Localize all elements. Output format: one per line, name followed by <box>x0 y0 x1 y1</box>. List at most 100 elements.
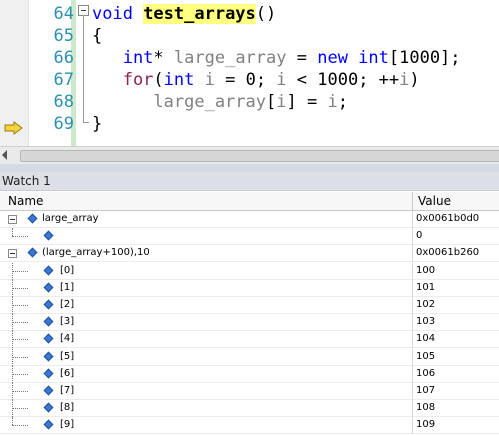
code-text[interactable]: large_array[i] = i; <box>92 91 348 113</box>
watch-value[interactable]: 107 <box>416 383 435 399</box>
code-token: [1000]; <box>388 48 461 68</box>
code-token: void <box>92 4 144 24</box>
watch-element-name: [7] <box>60 385 75 396</box>
tree-branch <box>12 425 28 427</box>
watch-element-name: [5] <box>60 351 75 362</box>
scroll-left-arrow-icon[interactable] <box>2 150 7 160</box>
code-token: < 1000; ++ <box>286 70 400 90</box>
watch-name-cell[interactable]: [2] <box>0 297 413 314</box>
watch-value[interactable]: 106 <box>416 366 435 382</box>
watch-element-name: [6] <box>60 368 75 379</box>
watch-name-cell[interactable]: [7] <box>0 383 413 400</box>
watch-element-name: [3] <box>60 316 75 327</box>
watch-name-cell[interactable]: [6] <box>0 366 413 383</box>
watch-row[interactable]: [1] 101 <box>0 280 499 297</box>
watch-name-cell[interactable] <box>0 228 413 245</box>
tree-branch <box>12 288 28 290</box>
code-text[interactable]: } <box>92 113 102 135</box>
variable-icon <box>27 247 38 258</box>
watch-row[interactable]: [8] 108 <box>0 400 499 417</box>
watch-row[interactable]: [5] 105 <box>0 349 499 366</box>
watch-name-cell[interactable]: [1] <box>0 280 413 297</box>
watch-name-cell[interactable]: [0] <box>0 263 413 280</box>
code-text[interactable]: void test_arrays() <box>92 3 276 25</box>
watch-row[interactable]: [3] 103 <box>0 314 499 331</box>
code-token: large_array <box>173 48 287 68</box>
line-number: 69 <box>53 114 74 134</box>
tree-line <box>12 417 14 425</box>
watch-value[interactable]: 105 <box>416 349 435 365</box>
code-editor[interactable]: 64 void test_arrays() 65{66 int* large_arr… <box>0 0 499 146</box>
watch-row[interactable]: [0] 100 <box>0 263 499 280</box>
watch-row[interactable]: [6] 106 <box>0 366 499 383</box>
watch-value[interactable]: 0x0061b260 <box>416 245 479 261</box>
value-column-header[interactable]: Value <box>413 192 499 210</box>
watch-row[interactable]: 0 <box>0 228 499 245</box>
watch-window-title[interactable]: Watch 1 <box>0 172 499 191</box>
watch-value[interactable]: 104 <box>416 331 435 347</box>
code-token: i <box>276 70 287 90</box>
code-line[interactable]: 68 large_array[i] = i; <box>0 91 499 113</box>
watch-row[interactable]: [9] 109 <box>0 417 499 434</box>
watch-value[interactable]: 101 <box>416 280 435 296</box>
code-token: for <box>92 70 154 90</box>
watch-value[interactable]: 108 <box>416 400 435 416</box>
highlighted-function-name: test_arrays <box>143 4 256 24</box>
code-token: ; <box>337 92 348 112</box>
watch-name-cell[interactable]: large_array <box>0 211 413 228</box>
line-number: 65 <box>53 26 74 46</box>
watch-value[interactable]: 103 <box>416 314 435 330</box>
collapse-toggle-icon[interactable] <box>8 249 17 258</box>
watch-name-cell[interactable]: (large_array+100),10 <box>0 245 413 262</box>
code-token: () <box>255 4 277 24</box>
line-number: 64 <box>53 4 74 24</box>
code-line[interactable]: 65 { <box>0 25 499 47</box>
variable-icon <box>43 351 54 362</box>
watch-row[interactable]: (large_array+100),10 0x0061b260 <box>0 245 499 262</box>
watch-value[interactable]: 102 <box>416 297 435 313</box>
code-text[interactable]: for(int i = 0; i < 1000; ++i) <box>92 69 420 91</box>
watch-element-name: [1] <box>60 282 75 293</box>
watch-expression: large_array <box>42 213 99 224</box>
code-text[interactable]: { <box>92 25 102 47</box>
tree-branch <box>12 374 28 376</box>
code-token: int <box>92 48 154 68</box>
watch-name-cell[interactable]: [9] <box>0 417 413 434</box>
code-line[interactable]: 64 void test_arrays() <box>0 3 499 25</box>
watch-value[interactable]: 109 <box>416 417 435 433</box>
variable-icon <box>27 213 38 224</box>
name-column-header[interactable]: Name <box>0 192 413 210</box>
code-token: ( <box>153 70 164 90</box>
code-token: * <box>153 48 174 68</box>
code-text[interactable]: int* large_array = new int[1000]; <box>92 47 461 69</box>
watch-expression: (large_array+100),10 <box>42 247 150 258</box>
watch-row[interactable]: [2] 102 <box>0 297 499 314</box>
watch-name-cell[interactable]: [4] <box>0 331 413 348</box>
code-token: ] = <box>286 92 328 112</box>
code-line[interactable]: 66 int* large_array = new int[1000]; <box>0 47 499 69</box>
panel-splitter[interactable] <box>0 164 499 172</box>
variable-icon <box>43 419 54 430</box>
watch-element-name: [8] <box>60 402 75 413</box>
watch-row[interactable]: large_array 0x0061b0d0 <box>0 211 499 228</box>
line-number: 68 <box>53 92 74 112</box>
collapse-toggle-icon[interactable] <box>8 215 17 224</box>
watch-name-cell[interactable]: [8] <box>0 400 413 417</box>
scrollbar-thumb[interactable] <box>20 150 499 162</box>
editor-horizontal-scrollbar[interactable] <box>0 146 499 164</box>
tree-branch <box>12 271 28 273</box>
watch-row[interactable]: [7] 107 <box>0 383 499 400</box>
variable-icon <box>43 265 54 276</box>
code-token: new int <box>317 48 389 68</box>
code-line[interactable]: 69} <box>0 113 499 135</box>
watch-row[interactable]: [4] 104 <box>0 331 499 348</box>
tree-branch <box>12 339 28 341</box>
code-token: = <box>286 48 318 68</box>
watch-value[interactable]: 0 <box>416 228 422 244</box>
watch-name-cell[interactable]: [3] <box>0 314 413 331</box>
watch-name-cell[interactable]: [5] <box>0 349 413 366</box>
variable-icon <box>43 316 54 327</box>
watch-value[interactable]: 100 <box>416 263 435 279</box>
watch-value[interactable]: 0x0061b0d0 <box>416 211 479 227</box>
code-line[interactable]: 67 for(int i = 0; i < 1000; ++i) <box>0 69 499 91</box>
